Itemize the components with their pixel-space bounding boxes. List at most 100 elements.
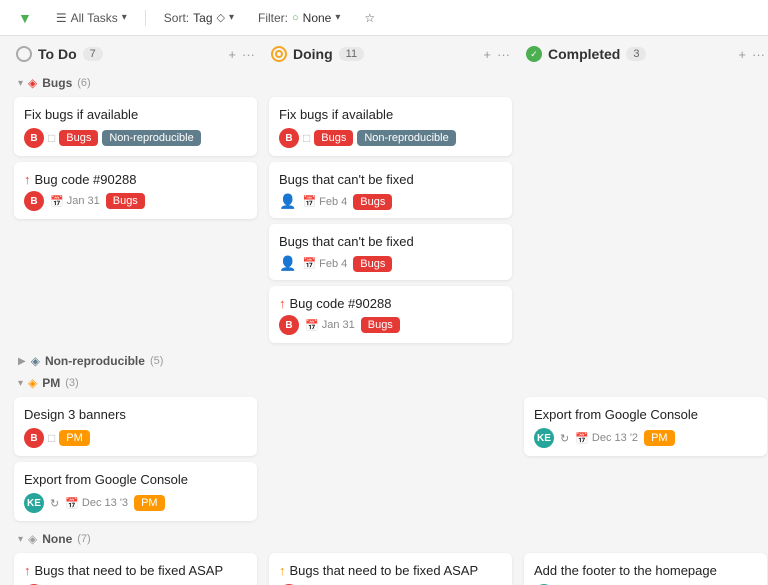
nonrepro-group-header[interactable]: ▶ ◈ Non-reproducible (5) [8, 350, 768, 372]
task-card[interactable]: Export from Google Console KE ↻ 📅 Dec 13… [14, 462, 257, 521]
tag-icon: ◇ [217, 11, 225, 24]
filter-none-icon: ○ [292, 12, 299, 24]
bugs-group-header[interactable]: ▾ ◈ Bugs (6) [8, 72, 768, 94]
tag-bugs: Bugs [314, 130, 353, 146]
doc-icon[interactable]: □ [303, 131, 310, 145]
doing-count: 11 [339, 47, 364, 61]
tag-bugs: Bugs [59, 130, 98, 146]
repeat-icon: ↻ [560, 432, 569, 445]
pm-group-header[interactable]: ▾ ◈ PM (3) [8, 372, 768, 394]
task-title: Design 3 banners [24, 407, 247, 422]
filter-value: None [303, 11, 332, 25]
star-btn[interactable]: ☆ [358, 9, 381, 27]
none-group-icon: ◈ [28, 532, 37, 546]
task-title: Fix bugs if available [24, 107, 247, 122]
task-card[interactable]: Fix bugs if available B □ Bugs Non-repro… [269, 97, 512, 156]
filter-icon-btn[interactable]: ▼ [12, 8, 38, 28]
column-headers: To Do 7 + ··· Doing 11 + ··· ✓ Completed… [0, 36, 768, 72]
task-tags: B □ PM [24, 428, 247, 448]
task-card[interactable]: Fix bugs if available B □ Bugs Non-repro… [14, 97, 257, 156]
task-title: Bug code #90288 [290, 296, 392, 311]
none-todo-cell: ↑ Bugs that need to be fixed ASAP B □ ⌂ [8, 550, 263, 585]
doc-icon[interactable]: □ [48, 431, 55, 445]
none-group-count: (7) [77, 533, 90, 545]
avatar: KE [24, 493, 44, 513]
person-icon: 👤 [279, 193, 296, 210]
doing-actions: + ··· [483, 47, 510, 62]
tag-bugs: Bugs [361, 317, 400, 333]
completed-column-header: ✓ Completed 3 + ··· [518, 36, 768, 72]
nonrepro-group-label: Non-reproducible [45, 354, 145, 368]
task-card[interactable]: Add the footer to the homepage KE □ ⌂ [524, 553, 767, 585]
bugs-group-row: ▾ ◈ Bugs (6) Fix bugs if available B □ B… [0, 72, 768, 350]
tag-bugs: Bugs [353, 256, 392, 272]
calendar-icon: 📅 [575, 432, 589, 445]
todo-add-icon[interactable]: + [228, 47, 236, 62]
bugs-group-count: (6) [77, 77, 90, 89]
bugs-todo-cell: Fix bugs if available B □ Bugs Non-repro… [8, 94, 263, 350]
task-card[interactable]: ↑ Bug code #90288 B 📅 Jan 31 Bugs [269, 286, 512, 343]
tag-bugs: Bugs [106, 193, 145, 209]
task-card[interactable]: ↑ Bugs that need to be fixed ASAP B □ ⌂ [14, 553, 257, 585]
todo-more-icon[interactable]: ··· [242, 47, 255, 62]
priority-up-orange-icon: ↑ [279, 563, 286, 578]
none-completed-cell: Add the footer to the homepage KE □ ⌂ [518, 550, 768, 585]
task-title: Bugs that can't be fixed [279, 172, 502, 187]
priority-up-icon: ↑ [24, 172, 31, 187]
repeat-icon: ↻ [50, 497, 59, 510]
doing-column-header: Doing 11 + ··· [263, 36, 518, 72]
none-group-label: None [42, 532, 72, 546]
task-title: Bugs that need to be fixed ASAP [290, 563, 479, 578]
tag-nonrepro: Non-reproducible [357, 130, 455, 146]
filter-label: Filter: [258, 11, 288, 25]
filter-chevron-icon: ▾ [335, 12, 340, 23]
task-meta: B 📅 Jan 31 Bugs [24, 191, 247, 211]
pm-group: ▾ ◈ PM (3) Design 3 banners B □ PM Expor… [0, 372, 768, 528]
doing-icon [271, 46, 287, 62]
none-group: ▾ ◈ None (7) ↑ Bugs that need to be fixe… [0, 528, 768, 585]
task-card[interactable]: Bugs that can't be fixed 👤 📅 Feb 4 Bugs [269, 162, 512, 218]
separator [145, 10, 146, 26]
tag-nonrepro: Non-reproducible [102, 130, 200, 146]
task-card[interactable]: ↑ Bugs that need to be fixed ASAP B □ ⌂ [269, 553, 512, 585]
task-card[interactable]: Export from Google Console KE ↻ 📅 Dec 13… [524, 397, 767, 456]
none-group-header[interactable]: ▾ ◈ None (7) [8, 528, 768, 550]
doc-icon[interactable]: □ [48, 131, 55, 145]
doing-add-icon[interactable]: + [483, 47, 491, 62]
avatar: B [279, 128, 299, 148]
doing-more-icon[interactable]: ··· [497, 47, 510, 62]
funnel-icon: ▼ [18, 10, 32, 26]
pm-doing-cell [263, 394, 518, 528]
task-card[interactable]: Bugs that can't be fixed 👤 📅 Feb 4 Bugs [269, 224, 512, 280]
task-meta: 👤 📅 Feb 4 Bugs [279, 193, 502, 210]
completed-icon: ✓ [526, 46, 542, 62]
bugs-group-label: Bugs [42, 76, 72, 90]
bugs-completed-cell [518, 94, 768, 350]
tag-bugs: Bugs [353, 194, 392, 210]
completed-more-icon[interactable]: ··· [752, 47, 765, 62]
none-doing-cell: ↑ Bugs that need to be fixed ASAP B □ ⌂ [263, 550, 518, 585]
pm-completed-cell: Export from Google Console KE ↻ 📅 Dec 13… [518, 394, 768, 528]
task-tags: B □ Bugs Non-reproducible [279, 128, 502, 148]
avatar: B [24, 128, 44, 148]
nonrepro-group-count: (5) [150, 355, 163, 367]
task-card[interactable]: ↑ Bug code #90288 B 📅 Jan 31 Bugs [14, 162, 257, 219]
all-tasks-label: All Tasks [71, 11, 118, 25]
task-meta: B 📅 Jan 31 Bugs [279, 315, 502, 335]
none-collapse-arrow: ▾ [18, 534, 23, 545]
filter-btn[interactable]: Filter: ○ None ▾ [252, 9, 346, 27]
task-title: Bugs that can't be fixed [279, 234, 502, 249]
task-card[interactable]: Design 3 banners B □ PM [14, 397, 257, 456]
task-title: Export from Google Console [24, 472, 247, 487]
bugs-collapse-arrow: ▾ [18, 78, 23, 89]
pm-todo-cell: Design 3 banners B □ PM Export from Goog… [8, 394, 263, 528]
sort-btn[interactable]: Sort: Tag ◇ ▾ [158, 9, 240, 27]
avatar: KE [534, 428, 554, 448]
nonrepro-collapse-arrow: ▶ [18, 356, 26, 367]
all-tasks-btn[interactable]: ☰ All Tasks ▾ [50, 9, 133, 27]
completed-add-icon[interactable]: + [738, 47, 746, 62]
priority-up-icon: ↑ [24, 563, 31, 578]
calendar-icon: 📅 [302, 195, 316, 208]
nonrepro-group: ▶ ◈ Non-reproducible (5) [0, 350, 768, 372]
task-date: 📅 Dec 13 '2 [575, 432, 638, 445]
